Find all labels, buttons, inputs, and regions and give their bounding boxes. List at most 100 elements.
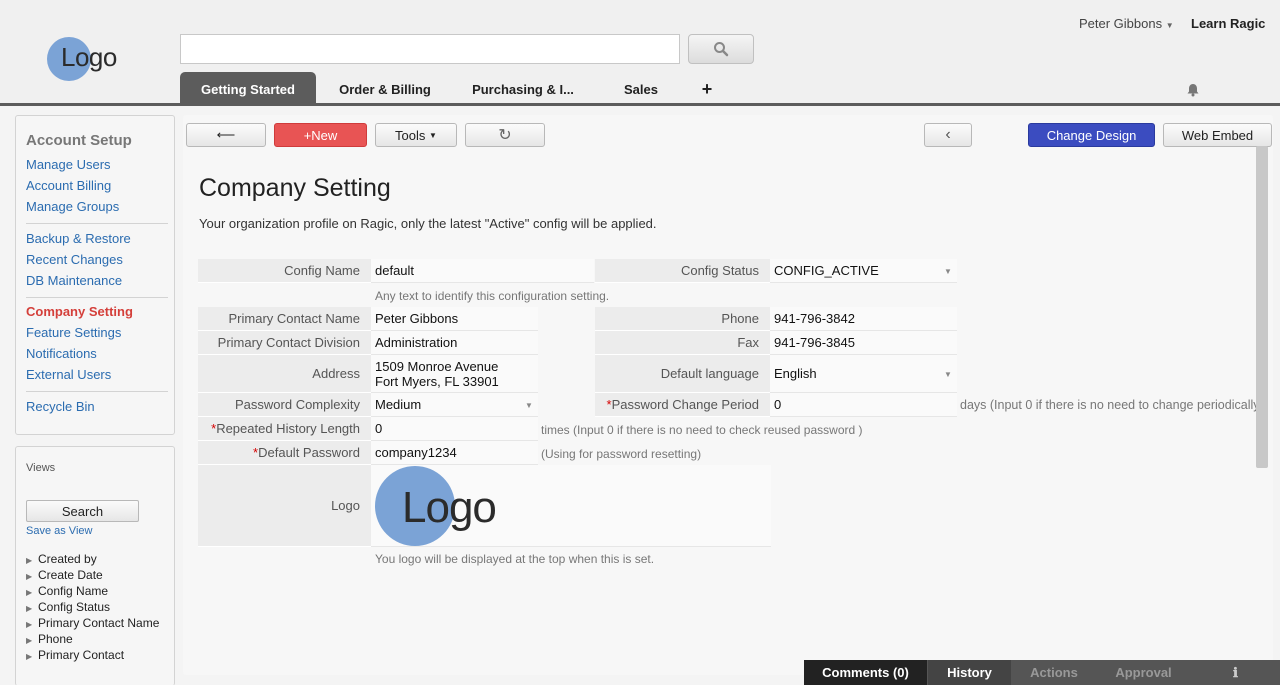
views-heading: Views [26, 462, 56, 474]
primary-contact-division-field[interactable]: Administration [371, 331, 538, 355]
sidebar-link-notifications[interactable]: Notifications [26, 346, 97, 361]
tab-getting-started[interactable]: Getting Started [180, 72, 316, 106]
sidebar-link-feature-settings[interactable]: Feature Settings [26, 325, 121, 340]
repeated-history-length-label: * Repeated History Length [198, 417, 371, 441]
logo-upload-field[interactable]: Logo [371, 465, 771, 547]
approval-tab[interactable]: Approval [1097, 660, 1191, 685]
sidebar-link-db-maintenance[interactable]: DB Maintenance [26, 273, 122, 288]
phone-field[interactable]: 941-796-3842 [770, 307, 957, 331]
repeated-history-length-field[interactable]: 0 [371, 417, 538, 441]
dropdown-arrow-icon: ▼ [944, 267, 952, 276]
view-field-item[interactable]: ▶ Config Name [26, 584, 108, 598]
previous-record-button[interactable]: ‹ [924, 123, 972, 147]
refresh-button[interactable]: ↻ [465, 123, 545, 147]
tools-menu-button[interactable]: Tools ▼ [375, 123, 457, 147]
sidebar-link-company-setting[interactable]: Company Setting [26, 304, 133, 319]
views-panel: Views Search Save as View ▶ Created by ▶ C… [15, 446, 175, 685]
default-password-label: * Default Password [198, 441, 371, 465]
user-menu[interactable]: Peter Gibbons ▼ [1079, 16, 1174, 31]
password-change-period-field[interactable]: 0 [770, 393, 957, 417]
back-button[interactable]: ⟵ [186, 123, 266, 147]
add-tab-button[interactable]: + [694, 72, 720, 106]
app-logo[interactable]: Logo [47, 37, 127, 83]
save-as-view-link[interactable]: Save as View [26, 525, 92, 537]
triangle-right-icon: ▶ [26, 556, 33, 565]
view-field-item[interactable]: ▶ Primary Contact Name [26, 616, 159, 630]
address-field[interactable]: 1509 Monroe Avenue Fort Myers, FL 33901 [371, 355, 538, 393]
view-field-item[interactable]: ▶ Phone [26, 632, 73, 646]
triangle-right-icon: ▶ [26, 652, 33, 661]
view-field-item[interactable]: ▶ Config Status [26, 600, 110, 614]
config-name-label: Config Name [198, 259, 371, 283]
config-name-hint: Any text to identify this configuration … [375, 289, 610, 303]
sidebar-link-account-billing[interactable]: Account Billing [26, 178, 111, 193]
view-field-label: Primary Contact [38, 648, 125, 662]
triangle-right-icon: ▶ [26, 604, 33, 613]
logo-preview-image: Logo [371, 465, 511, 547]
config-status-value: CONFIG_ACTIVE [774, 263, 879, 278]
bell-icon[interactable] [1186, 83, 1200, 97]
search-input[interactable] [180, 34, 680, 64]
default-language-value: English [774, 366, 817, 381]
default-password-hint: (Using for password resetting) [541, 447, 702, 461]
search-icon [714, 42, 729, 57]
view-field-label: Config Name [38, 584, 109, 598]
view-field-label: Create Date [38, 568, 103, 582]
logo-text: Logo [61, 42, 117, 72]
web-embed-button[interactable]: Web Embed [1163, 123, 1272, 147]
config-status-label: Config Status [595, 259, 770, 283]
password-complexity-select[interactable]: Medium [371, 393, 538, 417]
tab-sales[interactable]: Sales [606, 72, 676, 106]
search-button[interactable] [688, 34, 754, 64]
address-line1: 1509 Monroe Avenue [375, 358, 499, 374]
default-language-select[interactable]: English [770, 355, 957, 393]
app-header: Logo Peter Gibbons ▼ Learn Ragic Getting… [0, 0, 1280, 106]
sidebar-link-recycle-bin[interactable]: Recycle Bin [26, 399, 95, 414]
logo-preview-text: Logo [402, 482, 497, 532]
password-change-period-label-text: Password Change Period [611, 397, 759, 412]
account-setup-heading: Account Setup [26, 132, 132, 149]
fax-label: Fax [595, 331, 770, 355]
view-field-item[interactable]: ▶ Create Date [26, 568, 103, 582]
address-label: Address [198, 355, 371, 393]
vertical-scrollbar[interactable] [1256, 146, 1268, 468]
password-complexity-value: Medium [375, 397, 422, 412]
info-icon[interactable]: ℹ [1191, 660, 1280, 685]
default-language-label: Default language [595, 355, 770, 393]
views-search-button[interactable]: Search [26, 500, 139, 522]
sidebar-link-manage-groups[interactable]: Manage Groups [26, 199, 119, 214]
fax-field[interactable]: 941-796-3845 [770, 331, 957, 355]
primary-contact-name-field[interactable]: Peter Gibbons [371, 307, 538, 331]
new-record-button[interactable]: +New [274, 123, 367, 147]
config-status-select[interactable]: CONFIG_ACTIVE [770, 259, 957, 283]
password-complexity-label: Password Complexity [198, 393, 371, 417]
sidebar-link-recent-changes[interactable]: Recent Changes [26, 252, 123, 267]
primary-contact-name-label: Primary Contact Name [198, 307, 371, 331]
history-tab[interactable]: History [928, 660, 1012, 685]
tab-order-billing[interactable]: Order & Billing [330, 72, 440, 106]
logo-label: Logo [198, 465, 371, 547]
sidebar-link-manage-users[interactable]: Manage Users [26, 157, 111, 172]
default-password-field[interactable]: company1234 [371, 441, 538, 465]
comments-tab[interactable]: Comments (0) [804, 660, 928, 685]
triangle-right-icon: ▶ [26, 636, 33, 645]
learn-ragic-link[interactable]: Learn Ragic [1191, 16, 1265, 31]
sidebar-link-external-users[interactable]: External Users [26, 367, 111, 382]
sidebar-divider [26, 391, 168, 392]
primary-contact-division-label: Primary Contact Division [198, 331, 371, 355]
view-field-label: Primary Contact Name [38, 616, 160, 630]
view-field-item[interactable]: ▶ Created by [26, 552, 97, 566]
triangle-right-icon: ▶ [26, 572, 33, 581]
password-change-period-hint: days (Input 0 if there is no need to cha… [960, 398, 1256, 412]
sidebar-divider [26, 297, 168, 298]
view-field-item[interactable]: ▶ Primary Contact [26, 648, 124, 662]
tools-label: Tools [395, 127, 426, 143]
sidebar-link-backup-restore[interactable]: Backup & Restore [26, 231, 131, 246]
view-field-label: Config Status [38, 600, 111, 614]
change-design-button[interactable]: Change Design [1028, 123, 1155, 147]
dropdown-arrow-icon: ▼ [944, 370, 952, 379]
tab-purchasing[interactable]: Purchasing & I... [466, 72, 580, 106]
actions-tab[interactable]: Actions [1012, 660, 1097, 685]
config-name-field[interactable]: default [371, 259, 594, 283]
triangle-right-icon: ▶ [26, 588, 33, 597]
